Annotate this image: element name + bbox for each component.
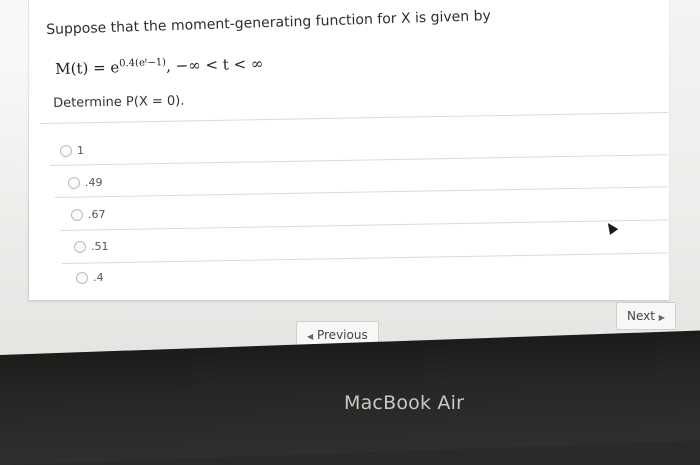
radio-button[interactable]	[68, 176, 80, 189]
triangle-right-icon: ▶	[658, 313, 665, 322]
option-label: .51	[91, 240, 109, 253]
answer-option[interactable]: .51	[74, 240, 109, 253]
radio-button[interactable]	[76, 271, 88, 284]
answer-option[interactable]: .49	[68, 176, 103, 189]
option-label: .67	[88, 208, 106, 221]
device-brand-label: MacBook Air	[344, 392, 465, 414]
next-button[interactable]: Next ▶	[616, 302, 676, 330]
radio-button[interactable]	[74, 240, 86, 253]
next-label: Next	[627, 309, 655, 323]
answer-option[interactable]: 1	[60, 144, 84, 157]
formula-rest: , −∞ < t < ∞	[165, 54, 264, 76]
option-label: .4	[93, 271, 104, 284]
question-card	[28, 0, 669, 301]
formula-exponent: 0.4(eᵗ−1)	[119, 57, 167, 70]
triangle-left-icon: ◀	[307, 332, 314, 341]
formula-lhs: M(t) = e	[55, 58, 120, 78]
question-prompt: Determine P(X = 0).	[53, 93, 185, 111]
answer-option[interactable]: .4	[76, 271, 104, 284]
radio-button[interactable]	[60, 144, 72, 157]
previous-label: Previous	[316, 328, 368, 342]
radio-button[interactable]	[71, 208, 83, 221]
answer-option[interactable]: .67	[71, 208, 106, 221]
option-label: 1	[77, 144, 84, 157]
option-label: .49	[85, 176, 103, 189]
laptop-screen: Suppose that the moment-generating funct…	[0, 0, 700, 380]
